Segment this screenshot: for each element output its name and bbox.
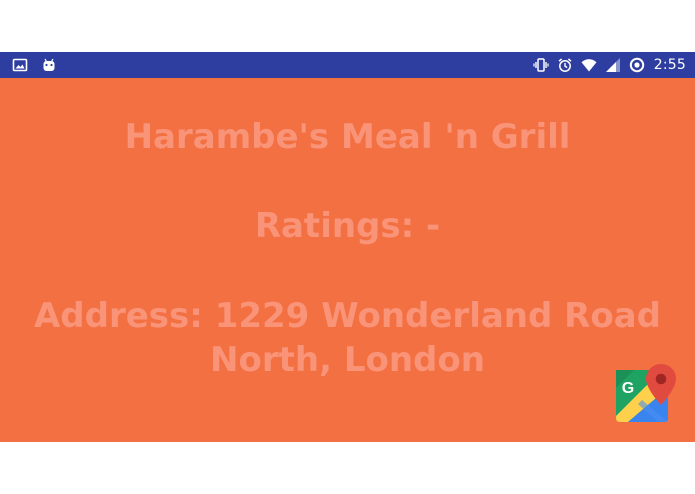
wifi-icon [581, 57, 597, 73]
alarm-icon [557, 57, 573, 73]
signal-icon [605, 57, 621, 73]
address-line-2: North, London [210, 340, 485, 380]
status-left-icons [12, 52, 57, 78]
vibrate-icon [533, 57, 549, 73]
status-right-icons: 2:55 [533, 52, 686, 78]
app-screen: 2:55 Harambe's Meal 'n Grill Ratings: - … [0, 52, 695, 442]
google-maps-icon: G [616, 364, 676, 422]
address-line-1: Address: 1229 Wonderland Road [33, 296, 661, 336]
image-icon [12, 57, 28, 73]
google-maps-button[interactable]: G [614, 364, 678, 424]
restaurant-ratings: Ratings: - [254, 206, 441, 246]
android-icon [41, 57, 57, 73]
maps-letter: G [622, 380, 634, 397]
restaurant-name: Harambe's Meal 'n Grill [124, 117, 571, 157]
status-time: 2:55 [653, 57, 686, 73]
status-bar: 2:55 [0, 52, 695, 78]
restaurant-details: Harambe's Meal 'n Grill Ratings: - Addre… [0, 78, 695, 442]
restaurant-address: Address: 1229 Wonderland Road North, Lon… [0, 294, 695, 382]
location-icon [629, 57, 645, 73]
